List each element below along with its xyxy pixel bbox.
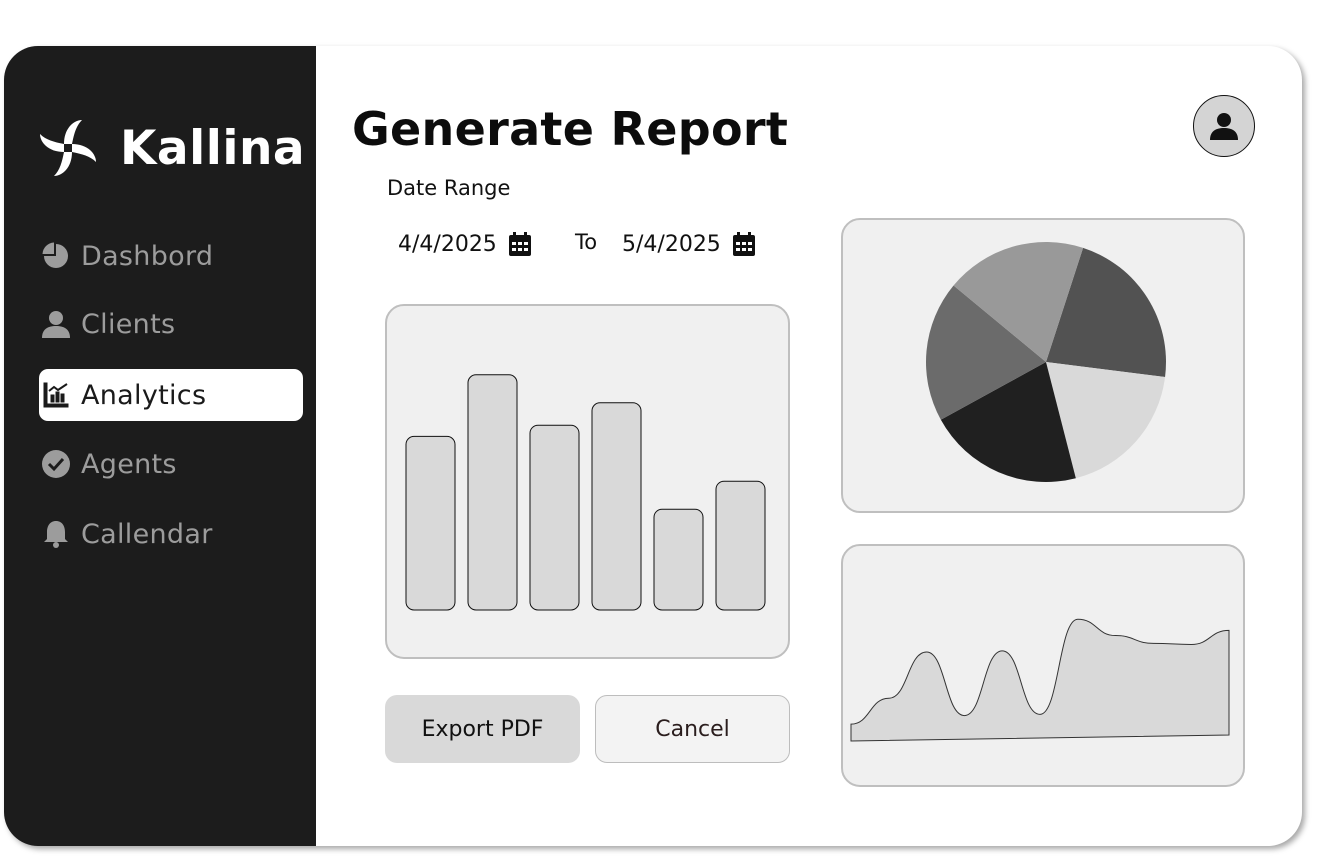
bar xyxy=(591,402,642,611)
area-series xyxy=(850,618,1230,742)
sidebar-item-agents[interactable]: Agents xyxy=(39,438,303,490)
check-circle-icon xyxy=(41,449,71,479)
sidebar-item-calendar[interactable]: Callendar xyxy=(39,508,303,560)
date-from-field[interactable]: 4/4/2025 xyxy=(398,226,531,262)
brand: Kallina xyxy=(36,116,305,180)
sidebar: Kallina Dashbord Clients Analytics Agent… xyxy=(4,46,316,846)
sidebar-item-clients[interactable]: Clients xyxy=(39,298,303,350)
calendar-icon[interactable] xyxy=(508,232,531,256)
cancel-button[interactable]: Cancel xyxy=(595,695,790,763)
bar xyxy=(715,480,766,611)
date-to-value: 5/4/2025 xyxy=(622,231,721,257)
bar-chart-card xyxy=(385,304,790,659)
date-range-separator: To xyxy=(575,230,598,254)
bar xyxy=(653,508,704,611)
brand-logo-icon xyxy=(40,120,96,176)
date-from-value: 4/4/2025 xyxy=(398,231,497,257)
bell-icon xyxy=(41,519,71,549)
chart-bars-icon xyxy=(41,380,71,410)
area-chart xyxy=(850,618,1230,742)
date-range-label: Date Range xyxy=(387,176,511,200)
pie-chart-card xyxy=(841,218,1245,513)
export-pdf-button[interactable]: Export PDF xyxy=(385,695,580,763)
page-title: Generate Report xyxy=(352,102,789,156)
user-avatar-icon xyxy=(1210,113,1238,140)
sidebar-item-analytics[interactable]: Analytics xyxy=(39,369,303,421)
bar xyxy=(467,374,518,611)
sidebar-item-label: Agents xyxy=(81,448,177,480)
area-chart-card xyxy=(841,544,1245,787)
sidebar-item-label: Callendar xyxy=(81,518,213,550)
brand-name: Kallina xyxy=(120,120,306,176)
sidebar-item-dashboard[interactable]: Dashbord xyxy=(39,230,303,282)
app-window: Kallina Dashbord Clients Analytics Agent… xyxy=(4,46,1302,846)
pie-chart xyxy=(926,242,1166,482)
bar xyxy=(405,435,456,611)
bar-chart xyxy=(405,374,766,611)
sidebar-item-label: Analytics xyxy=(81,379,207,411)
user-icon xyxy=(41,309,71,339)
bar xyxy=(529,424,580,611)
date-to-field[interactable]: 5/4/2025 xyxy=(622,226,755,262)
sidebar-item-label: Clients xyxy=(81,308,176,340)
calendar-icon[interactable] xyxy=(732,232,755,256)
pie-chart-icon xyxy=(41,241,71,271)
user-avatar-button[interactable] xyxy=(1193,95,1255,157)
sidebar-item-label: Dashbord xyxy=(81,240,214,272)
